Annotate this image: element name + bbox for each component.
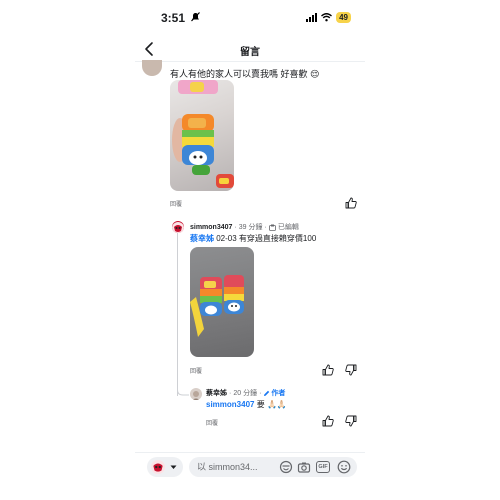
nav-bar: 留言 — [135, 38, 365, 62]
reply-link[interactable]: 回覆 — [170, 199, 182, 208]
camera-icon[interactable] — [297, 460, 311, 474]
pencil-icon — [264, 390, 270, 396]
avatar[interactable] — [142, 60, 162, 76]
like-icon[interactable] — [345, 197, 357, 209]
comment-emoji: 😌 — [310, 69, 320, 79]
identity-switcher[interactable] — [147, 457, 183, 477]
wifi-icon — [321, 13, 333, 22]
comment-body: 有人有他的家人可以賣我嗎 好喜歡 😌 — [170, 67, 319, 80]
thread-line — [177, 231, 178, 396]
gif-icon[interactable]: GIF — [316, 461, 330, 473]
comment-input-box: GIF — [189, 457, 357, 477]
reply-author[interactable]: simmon3407 — [190, 224, 232, 231]
socks-photo-illustration — [172, 80, 234, 188]
reply-meta: 蔡幸姊 · 20 分鐘 · 作者 — [206, 388, 286, 398]
status-bar: 3:51 49 — [135, 10, 365, 26]
chevron-down-icon — [170, 465, 177, 469]
mention-link[interactable]: simmon3407 — [206, 400, 254, 409]
avatar[interactable] — [172, 221, 184, 233]
edit-icon — [268, 224, 276, 231]
comment-input[interactable] — [197, 460, 271, 474]
smiley-icon[interactable] — [337, 460, 351, 474]
like-icon[interactable] — [322, 415, 334, 427]
reply-body: 蔡幸姊 02-03 有穿過直接賴穿價100 — [190, 233, 316, 244]
edited-label: 已編輯 — [277, 224, 299, 231]
comment-composer: GIF — [135, 452, 365, 480]
like-icon[interactable] — [322, 364, 334, 376]
reply-time: 39 分鐘 — [238, 224, 263, 231]
silent-bell-icon — [191, 12, 200, 22]
socks-photo-illustration — [190, 275, 244, 337]
battery-indicator: 49 — [336, 12, 351, 23]
page-title: 留言 — [240, 47, 260, 58]
thread-connector — [177, 384, 189, 396]
reply-photo[interactable] — [190, 247, 254, 357]
reply-author[interactable]: 蔡幸姊 — [206, 388, 227, 398]
reply-body: simmon3407 要 🙏🏻🙏🏻 — [206, 399, 287, 410]
reply-time: 20 分鐘 — [233, 390, 258, 397]
dislike-icon[interactable] — [345, 364, 357, 376]
reply-link[interactable]: 回覆 — [190, 366, 202, 375]
comment-photo[interactable] — [170, 80, 234, 191]
reply-text: 02-03 有穿過直接賴穿價100 — [216, 234, 317, 243]
avatar — [151, 460, 165, 474]
comment-text: 有人有他的家人可以賣我嗎 好喜歡 — [170, 69, 308, 79]
avatar[interactable] — [190, 388, 202, 400]
author-badge: 作者 — [263, 388, 285, 398]
reply-text: 要 — [256, 400, 265, 409]
reply-link[interactable]: 回覆 — [206, 418, 218, 427]
signal-icon — [306, 13, 318, 22]
mention-link[interactable]: 蔡幸姊 — [190, 234, 214, 243]
author-badge-label: 作者 — [271, 390, 286, 397]
emoji-sticker-icon[interactable] — [279, 460, 293, 474]
status-time: 3:51 — [161, 11, 186, 25]
reply-emoji: 🙏🏻🙏🏻 — [266, 400, 287, 409]
dislike-icon[interactable] — [345, 415, 357, 427]
reply-meta: simmon3407 · 39 分鐘 · 已編輯 — [190, 223, 299, 232]
